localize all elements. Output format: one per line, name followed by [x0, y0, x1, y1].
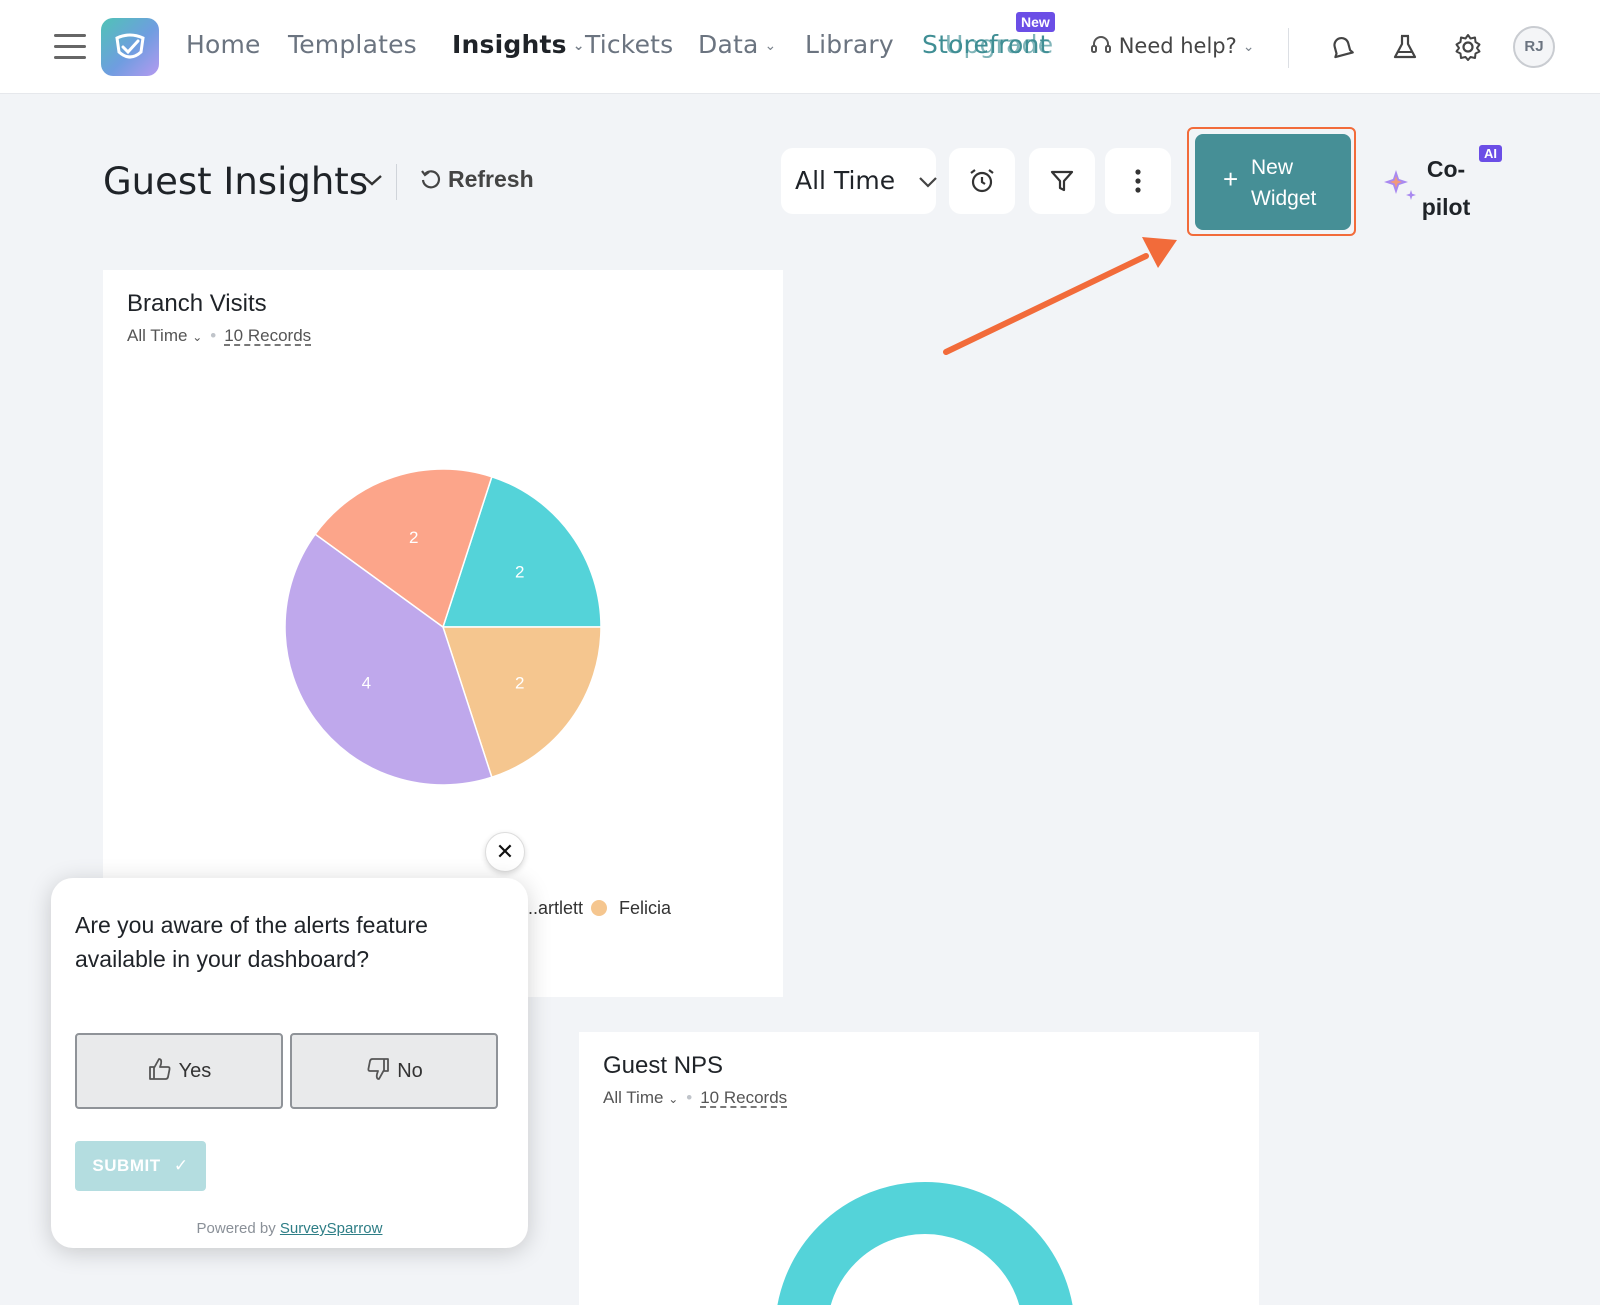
nav-data-label: Data — [698, 30, 759, 59]
chevron-down-icon — [919, 177, 937, 188]
time-filter-dropdown[interactable]: All Time — [781, 148, 937, 214]
more-options-button[interactable] — [1105, 148, 1171, 214]
chevron-down-icon: ⌄ — [764, 38, 777, 54]
nav-templates[interactable]: Templates — [288, 30, 417, 59]
brand-link[interactable]: SurveySparrow — [280, 1220, 383, 1237]
plus-icon: + — [1223, 164, 1239, 194]
alarm-clock-icon — [970, 169, 994, 193]
guest-nps-card: Guest NPS All Time ⌄ • 10 Records — [579, 1032, 1259, 1305]
nav-tickets[interactable]: Tickets — [585, 30, 673, 59]
pie-slice-label-0: 2 — [515, 562, 524, 581]
nav-home[interactable]: Home — [186, 30, 261, 59]
new-widget-button[interactable]: + New Widget — [1195, 134, 1351, 230]
flask-icon[interactable] — [1390, 32, 1420, 62]
thumbs-down-icon — [367, 1057, 390, 1080]
survey-popup: Are you aware of the alerts feature avai… — [51, 878, 528, 1248]
legend-label: Felicia — [619, 898, 672, 918]
chevron-down-icon: ⌄ — [572, 38, 585, 54]
legend-item: ...artlett — [523, 898, 584, 918]
no-button[interactable]: No — [290, 1033, 498, 1109]
refresh-label: Refresh — [448, 166, 534, 192]
yes-label: Yes — [178, 1060, 212, 1082]
new-widget-label: New Widget — [1251, 152, 1316, 214]
help-menu[interactable]: Need help? ⌄ — [1090, 34, 1255, 58]
copilot-label-line1: Co- — [1426, 156, 1466, 182]
time-filter-label: All Time — [795, 166, 896, 195]
user-avatar[interactable]: RJ — [1513, 26, 1555, 68]
copilot-label: Co-pilot — [1416, 150, 1476, 226]
new-widget-label-line1: New — [1251, 156, 1294, 179]
nps-gauge-chart — [777, 1182, 1073, 1305]
submit-button[interactable]: SUBMIT ✓ — [75, 1141, 206, 1191]
gear-icon[interactable] — [1453, 32, 1483, 62]
nav-insights-label: Insights — [452, 30, 567, 59]
pie-slice-label-1: 2 — [515, 674, 524, 693]
menu-icon[interactable] — [54, 34, 86, 60]
submit-label: SUBMIT — [92, 1156, 161, 1175]
close-icon[interactable]: ✕ — [485, 832, 525, 872]
alarm-button[interactable] — [949, 148, 1015, 214]
gauge-arc — [777, 1182, 1073, 1305]
pie-slice-label-3: 2 — [409, 528, 418, 547]
bell-icon[interactable] — [1327, 32, 1357, 62]
app-logo[interactable] — [101, 18, 159, 76]
more-vertical-icon — [1135, 169, 1141, 193]
page-title: Guest Insights — [103, 160, 369, 203]
help-label: Need help? — [1118, 34, 1237, 58]
nav-data[interactable]: Data ⌄ — [698, 30, 776, 59]
header-divider — [396, 164, 397, 200]
ai-badge: AI — [1479, 145, 1502, 162]
check-icon: ✓ — [173, 1156, 189, 1175]
nav-upgrade[interactable]: Upgrade — [945, 30, 1053, 59]
yes-button[interactable]: Yes — [75, 1033, 283, 1109]
new-badge: New — [1016, 12, 1055, 32]
copilot-label-line2: pilot — [1421, 194, 1471, 220]
filter-button[interactable] — [1029, 148, 1095, 214]
new-widget-label-line2: Widget — [1251, 187, 1317, 210]
filter-icon — [1050, 170, 1074, 192]
chevron-down-icon: ⌄ — [1242, 39, 1255, 55]
survey-question: Are you aware of the alerts feature avai… — [75, 912, 428, 972]
headset-icon — [1091, 36, 1111, 53]
refresh-icon — [421, 170, 441, 189]
powered-by: Powered by SurveySparrow — [51, 1220, 528, 1237]
sparkle-icon — [1384, 170, 1416, 200]
nav-library[interactable]: Library — [805, 30, 894, 59]
chevron-down-icon[interactable] — [360, 170, 384, 195]
refresh-button[interactable]: Refresh — [420, 166, 534, 193]
nav-insights[interactable]: Insights ⌄ — [452, 30, 585, 59]
no-label: No — [397, 1060, 423, 1082]
legend-swatch — [591, 899, 607, 916]
nav-divider — [1288, 28, 1289, 68]
top-navbar: Home Templates Insights ⌄ Tickets Data ⌄ L… — [0, 0, 1600, 94]
thumbs-up-icon — [148, 1057, 171, 1080]
powered-by-label: Powered by — [196, 1220, 276, 1237]
legend-item-felicia: Felicia — [591, 898, 671, 919]
pie-slice-label-2: 4 — [362, 674, 371, 693]
